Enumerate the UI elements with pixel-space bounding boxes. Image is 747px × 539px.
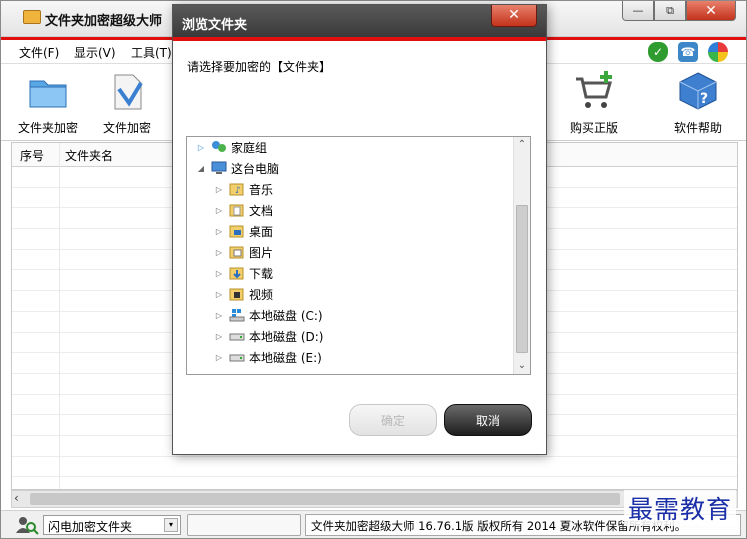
column-header-index[interactable]: 序号	[20, 147, 44, 164]
tree-item-documents[interactable]: ▷ 文档	[213, 200, 273, 220]
videos-folder-icon	[229, 287, 245, 301]
file-encrypt-button[interactable]: 文件加密	[90, 69, 164, 139]
downloads-folder-icon	[229, 266, 245, 280]
menu-tools[interactable]: 工具(T)	[131, 44, 172, 61]
shield-check-icon[interactable]: ✓	[648, 42, 668, 62]
tree-item-homegroup[interactable]: ▷ 家庭组	[195, 137, 267, 157]
tree-item-drive-d[interactable]: ▷ 本地磁盘 (D:)	[213, 326, 324, 346]
expand-arrow-icon[interactable]: ▷	[195, 143, 207, 152]
watermark-logo: 最需教育	[624, 490, 737, 526]
expand-arrow-icon[interactable]: ▷	[213, 332, 225, 341]
restore-button[interactable]: ⧉	[654, 1, 686, 21]
expand-arrow-icon[interactable]: ▷	[213, 206, 225, 215]
help-button[interactable]: ? 软件帮助	[661, 69, 735, 139]
scroll-up-icon[interactable]: ⌃	[514, 137, 530, 153]
folder-encrypt-button[interactable]: 文件夹加密	[11, 69, 85, 139]
folder-tree[interactable]: ▷ 家庭组 ◢ 这台电脑 ▷ ♪ 音乐 ▷ 文档 ▷ 桌面 ▷ 图片 ▷ 下载 …	[186, 136, 531, 375]
table-row[interactable]	[12, 457, 737, 478]
music-folder-icon: ♪	[229, 182, 245, 196]
ok-button[interactable]: 确定	[349, 404, 437, 436]
tree-item-pictures[interactable]: ▷ 图片	[213, 242, 273, 262]
drive-icon	[229, 329, 245, 343]
tree-item-music[interactable]: ▷ ♪ 音乐	[213, 179, 273, 199]
collapse-arrow-icon[interactable]: ◢	[195, 164, 207, 173]
user-search-icon	[15, 515, 39, 535]
shopping-cart-icon	[572, 69, 616, 113]
expand-arrow-icon[interactable]: ▷	[213, 353, 225, 362]
dialog-title-bar: 浏览文件夹 ✕	[173, 5, 546, 37]
pictures-folder-icon	[229, 245, 245, 259]
tree-item-downloads[interactable]: ▷ 下载	[213, 263, 273, 283]
svg-text:?: ?	[700, 91, 708, 107]
expand-arrow-icon[interactable]: ▷	[213, 269, 225, 278]
desktop-folder-icon	[229, 224, 245, 238]
dialog-title: 浏览文件夹	[182, 18, 248, 33]
app-folder-icon	[23, 10, 41, 24]
colorful-flower-icon[interactable]	[708, 42, 728, 62]
tree-item-videos[interactable]: ▷ 视频	[213, 284, 273, 304]
documents-folder-icon	[229, 203, 245, 217]
file-lock-icon	[105, 69, 149, 113]
expand-arrow-icon[interactable]: ▷	[213, 227, 225, 236]
system-drive-icon	[229, 308, 245, 322]
chevron-down-icon[interactable]: ▾	[164, 518, 178, 532]
minimize-button[interactable]: —	[622, 1, 654, 21]
homegroup-icon	[211, 140, 227, 154]
menu-icons: ✓ ☎	[648, 42, 728, 62]
menu-view[interactable]: 显示(V)	[74, 44, 116, 61]
expand-arrow-icon[interactable]: ▷	[213, 185, 225, 194]
buy-license-button[interactable]: 购买正版	[557, 69, 631, 139]
dialog-close-button[interactable]: ✕	[491, 5, 537, 27]
tree-item-this-pc[interactable]: ◢ 这台电脑	[195, 158, 279, 178]
encrypt-mode-select[interactable]: 闪电加密文件夹 ▾	[43, 515, 181, 535]
cancel-button[interactable]: 取消	[444, 404, 532, 436]
tree-item-drive-c[interactable]: ▷ 本地磁盘 (C:)	[213, 305, 323, 325]
svg-text:♪: ♪	[235, 186, 241, 196]
scroll-thumb[interactable]	[516, 205, 528, 353]
window-controls: — ⧉ ✕	[622, 1, 736, 21]
tree-item-desktop[interactable]: ▷ 桌面	[213, 221, 273, 241]
scroll-left-icon[interactable]: ‹	[14, 491, 19, 505]
expand-arrow-icon[interactable]: ▷	[213, 248, 225, 257]
dialog-prompt: 请选择要加密的【文件夹】	[187, 60, 332, 74]
phone-icon[interactable]: ☎	[678, 42, 698, 62]
app-title: 文件夹加密超级大师	[45, 14, 163, 29]
browse-folder-dialog: 浏览文件夹 ✕ 请选择要加密的【文件夹】 ▷ 家庭组 ◢ 这台电脑 ▷ ♪ 音乐…	[172, 4, 547, 455]
menu-file[interactable]: 文件(F)	[19, 44, 59, 61]
tree-item-drive-e[interactable]: ▷ 本地磁盘 (E:)	[213, 347, 322, 367]
column-header-folder-name[interactable]: 文件夹名	[65, 147, 113, 164]
scroll-down-icon[interactable]: ⌄	[514, 358, 530, 374]
computer-icon	[211, 161, 227, 175]
close-button[interactable]: ✕	[686, 1, 736, 21]
folder-lock-icon	[26, 69, 70, 113]
scroll-thumb[interactable]	[30, 493, 620, 505]
tree-vertical-scrollbar[interactable]: ⌃ ⌄	[513, 137, 530, 374]
drive-icon	[229, 350, 245, 364]
status-field	[187, 514, 301, 536]
expand-arrow-icon[interactable]: ▷	[213, 311, 225, 320]
expand-arrow-icon[interactable]: ▷	[213, 290, 225, 299]
dialog-accent-line	[173, 37, 546, 41]
column-divider	[59, 143, 60, 489]
help-cube-icon: ?	[676, 69, 720, 113]
